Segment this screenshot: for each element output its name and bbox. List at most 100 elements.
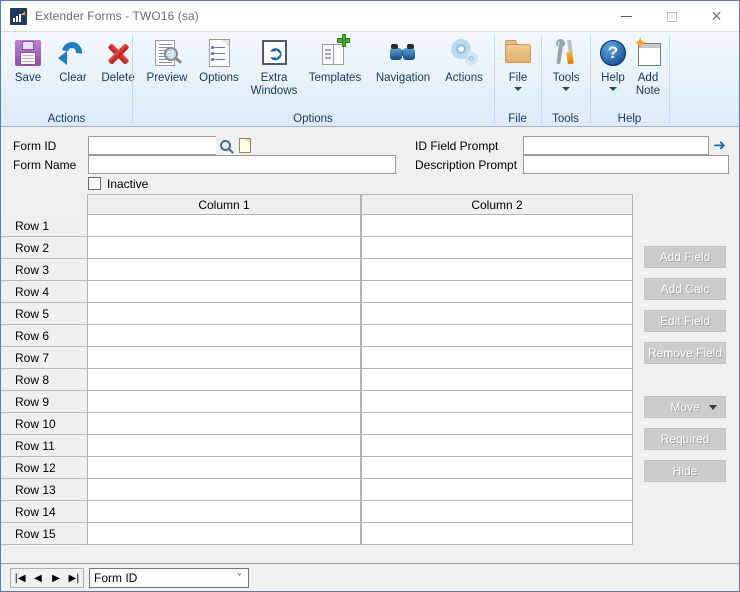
grid-cell[interactable] [361, 347, 633, 369]
grid-cell[interactable] [87, 369, 361, 391]
close-icon: ✕ [710, 8, 723, 25]
side-button-label: Required [660, 432, 710, 446]
grid-cell[interactable] [361, 457, 633, 479]
last-record-button[interactable]: ▶| [66, 570, 82, 586]
form-id-input[interactable] [88, 136, 218, 155]
grid-cell[interactable] [87, 435, 361, 457]
grid-cell[interactable] [361, 237, 633, 259]
side-button-required[interactable]: Required [644, 428, 726, 450]
ribbon-button-delete[interactable]: Delete [95, 35, 141, 85]
ribbon-button-preview[interactable]: Preview [138, 35, 196, 85]
ribbon-button-label: Templates [308, 72, 362, 84]
grid-row-label: Row 15 [1, 523, 87, 545]
grid-row-label: Row 7 [1, 347, 87, 369]
ribbon-group-label-help: Help [617, 113, 642, 125]
list-document-icon [203, 35, 235, 69]
maximize-button[interactable] [649, 1, 694, 32]
column-header-2[interactable]: Column 2 [361, 194, 633, 215]
minimize-icon [621, 16, 632, 17]
side-button-remove-field[interactable]: Remove Field [644, 342, 726, 364]
grid-cell[interactable] [87, 215, 361, 237]
grid-cell[interactable] [361, 325, 633, 347]
id-field-prompt-expand-button[interactable]: ➜ [710, 136, 729, 155]
ribbon-button-label: Extra Windows [250, 72, 298, 97]
next-record-button[interactable]: ▶ [48, 570, 64, 586]
floppy-disk-icon [12, 35, 44, 69]
window-title: Extender Forms - TWO16 (sa) [35, 9, 199, 23]
ribbon-group-label-options: Options [293, 113, 333, 125]
grid-cell[interactable] [361, 479, 633, 501]
form-name-input[interactable] [88, 155, 396, 174]
grid-cell[interactable] [361, 523, 633, 545]
grid-cell[interactable] [87, 457, 361, 479]
grid-cell[interactable] [361, 303, 633, 325]
grid-cell[interactable] [87, 259, 361, 281]
grid-row-label: Row 10 [1, 413, 87, 435]
description-prompt-input[interactable] [523, 155, 729, 174]
column-header-1[interactable]: Column 1 [87, 194, 361, 215]
description-prompt-label: Description Prompt [415, 158, 518, 172]
grid-cell[interactable] [87, 347, 361, 369]
side-button-label: Add Calc [660, 282, 710, 296]
template-plus-icon [319, 34, 351, 69]
grid-cell[interactable] [87, 479, 361, 501]
note-page-icon [238, 138, 251, 153]
ribbon-button-extra-windows[interactable]: ➲ Extra Windows [245, 35, 303, 97]
ribbon-group-labels: Actions Options File Tools Help [1, 106, 739, 126]
side-button-add-calc[interactable]: Add Calc [644, 278, 726, 300]
grid-cell[interactable] [361, 501, 633, 523]
ribbon-group-label-file: File [508, 113, 527, 125]
grid-cell[interactable] [361, 413, 633, 435]
window-arrow-icon: ➲ [258, 35, 290, 69]
side-button-edit-field[interactable]: Edit Field [644, 310, 726, 332]
chevron-down-icon [514, 86, 522, 91]
id-field-prompt-input[interactable] [523, 136, 709, 155]
fields-grid: Column 1 Column 2 Row 1 Row 2 Row 3 Row 4 Ro… [1, 194, 641, 591]
previous-record-button[interactable]: ◀ [30, 570, 46, 586]
sort-by-value: Form ID [94, 571, 138, 585]
ribbon-button-clear[interactable]: Clear [50, 35, 96, 85]
ribbon-button-label: Add Note [635, 72, 661, 97]
grid-cell[interactable] [361, 259, 633, 281]
grid-cell[interactable] [87, 281, 361, 303]
ribbon-button-file[interactable]: File [495, 35, 541, 91]
blue-right-arrow-icon: ➜ [713, 136, 726, 154]
magnifier-lookup-icon [220, 140, 231, 151]
grid-cell[interactable] [87, 501, 361, 523]
minimize-button[interactable] [604, 1, 649, 32]
grid-cell[interactable] [87, 391, 361, 413]
form-id-label: Form ID [13, 139, 57, 153]
grid-cell[interactable] [87, 523, 361, 545]
ribbon-button-options[interactable]: Options [191, 35, 247, 85]
close-button[interactable]: ✕ [694, 1, 739, 32]
form-id-lookup-button[interactable] [216, 136, 235, 155]
grid-cell[interactable] [87, 413, 361, 435]
grid-cell[interactable] [87, 303, 361, 325]
ribbon-button-templates[interactable]: Templates [301, 34, 369, 85]
ribbon-button-tools[interactable]: Tools [542, 35, 590, 91]
ribbon-button-add-note[interactable]: ✦ Add Note [626, 35, 670, 97]
grid-cell[interactable] [361, 281, 633, 303]
ribbon-button-navigation[interactable]: Navigation [367, 35, 439, 85]
inactive-label: Inactive [107, 177, 149, 191]
ribbon-button-label: Tools [552, 72, 580, 84]
side-button-add-field[interactable]: Add Field [644, 246, 726, 268]
sort-by-combobox[interactable]: Form ID ˅ [89, 568, 249, 588]
grid-cell[interactable] [361, 369, 633, 391]
form-id-note-button[interactable] [235, 136, 254, 155]
grid-cell[interactable] [361, 435, 633, 457]
extender-forms-window: Extender Forms - TWO16 (sa) ✕ Save Clear D… [0, 0, 740, 592]
inactive-checkbox[interactable] [88, 177, 101, 190]
grid-cell[interactable] [87, 237, 361, 259]
grid-cell[interactable] [361, 391, 633, 413]
first-record-button[interactable]: |◀ [12, 570, 28, 586]
chevron-down-icon [709, 404, 717, 410]
side-button-hide[interactable]: Hide [644, 460, 726, 482]
form-body: Form ID Form Name ID Field Prompt ➜ Desc… [1, 128, 739, 562]
ribbon-button-save[interactable]: Save [5, 35, 51, 85]
grid-cell[interactable] [87, 325, 361, 347]
side-button-move[interactable]: Move [644, 396, 726, 418]
title-bar: Extender Forms - TWO16 (sa) ✕ [1, 1, 739, 32]
grid-cell[interactable] [361, 215, 633, 237]
ribbon-button-actions[interactable]: Actions [436, 35, 492, 85]
